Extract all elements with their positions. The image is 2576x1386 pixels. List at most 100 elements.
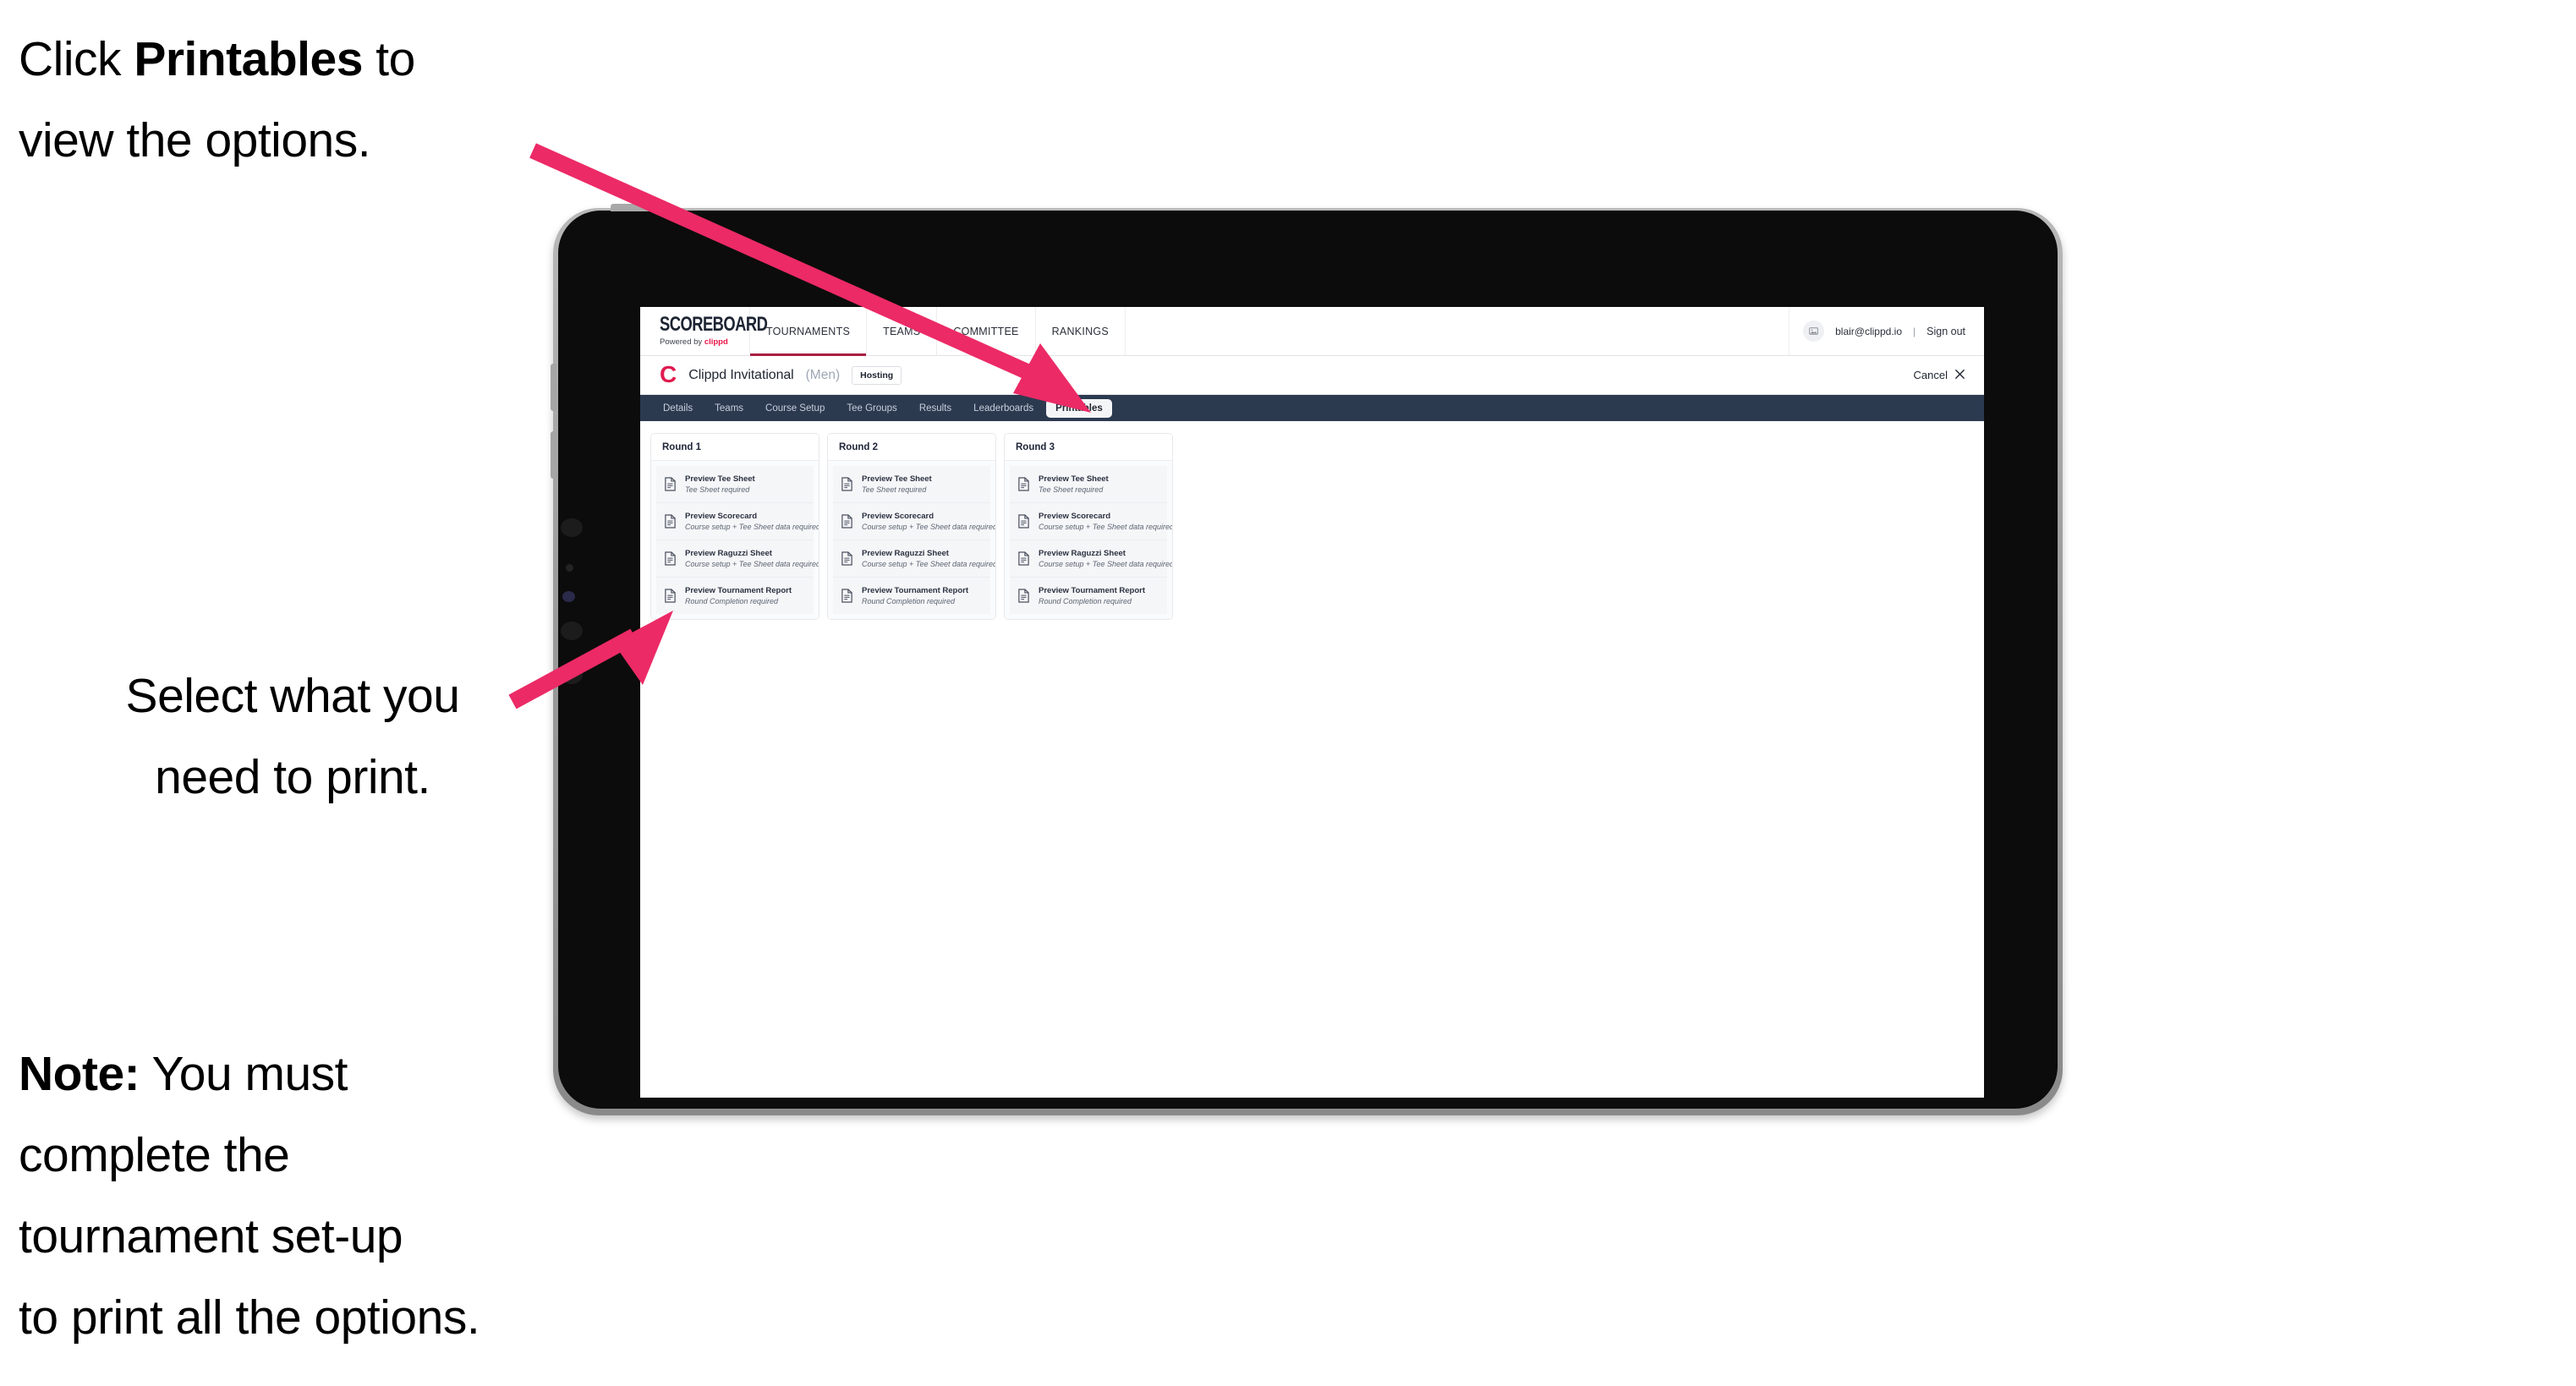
annotation-note-line3: tournament set-up [19, 1209, 403, 1263]
topnav-committee[interactable]: COMMITTEE [937, 307, 1036, 355]
tournament-tab-bar: Details Teams Course Setup Tee Groups Re… [640, 395, 1984, 421]
printable-item-tournament-report[interactable]: Preview Tournament Report Round Completi… [656, 578, 814, 614]
printable-item-tee-sheet[interactable]: Preview Tee Sheet Tee Sheet required [833, 466, 990, 503]
tab-teams[interactable]: Teams [705, 399, 753, 418]
document-icon [1017, 514, 1030, 529]
tablet-volume-down-button[interactable] [551, 431, 556, 479]
round-items-list: Preview Tee Sheet Tee Sheet required Pre… [828, 461, 995, 619]
cancel-button[interactable]: Cancel [1914, 369, 1965, 382]
printable-item-tee-sheet[interactable]: Preview Tee Sheet Tee Sheet required [656, 466, 814, 503]
printable-requirement: Tee Sheet required [685, 485, 750, 494]
tablet-volume-up-button[interactable] [551, 364, 556, 411]
tab-label: Details [663, 403, 693, 414]
top-navigation-bar: SCOREBOARD Powered by clippd TOURNAMENTS… [640, 307, 1984, 356]
printable-title: Preview Raguzzi Sheet [1039, 549, 1126, 558]
tournament-name: Clippd Invitational [688, 367, 794, 382]
round-header: Round 2 [828, 434, 995, 461]
tablet-camera-icon [562, 591, 575, 602]
annotation-note-line4: to print all the options. [19, 1290, 480, 1345]
account-separator: | [1913, 325, 1916, 337]
printable-title: Preview Tee Sheet [1039, 474, 1109, 484]
printable-requirement: Course setup + Tee Sheet data required [685, 560, 819, 568]
tab-leaderboards[interactable]: Leaderboards [964, 399, 1043, 418]
printables-content: Round 1 Preview Tee Sheet Tee Sheet requ… [640, 421, 1984, 620]
scoreboard-logo[interactable]: SCOREBOARD Powered by clippd [640, 307, 768, 355]
close-x-icon [1954, 369, 1965, 382]
printable-title: Preview Raguzzi Sheet [685, 549, 772, 558]
topnav-rankings[interactable]: RANKINGS [1036, 307, 1126, 355]
printable-item-scorecard[interactable]: Preview Scorecard Course setup + Tee She… [833, 503, 996, 540]
tab-label: Tee Groups [847, 403, 897, 414]
tablet-sensor-dot [566, 564, 573, 572]
tab-label: Teams [715, 403, 744, 414]
printable-title: Preview Tournament Report [1039, 586, 1145, 595]
printable-item-scorecard[interactable]: Preview Scorecard Course setup + Tee She… [656, 503, 819, 540]
round-column: Round 3 Preview Tee Sheet Tee Sheet requ… [1004, 433, 1173, 620]
round-column: Round 1 Preview Tee Sheet Tee Sheet requ… [650, 433, 819, 620]
printable-item-tournament-report[interactable]: Preview Tournament Report Round Completi… [1010, 578, 1167, 614]
printable-item-raguzzi-sheet[interactable]: Preview Raguzzi Sheet Course setup + Tee… [833, 540, 996, 578]
topnav-tournaments[interactable]: TOURNAMENTS [750, 307, 868, 356]
printable-requirement: Course setup + Tee Sheet data required [862, 523, 996, 531]
printable-item-raguzzi-sheet[interactable]: Preview Raguzzi Sheet Course setup + Tee… [656, 540, 819, 578]
page-root: Click Printables to view the options. Se… [0, 0, 2576, 1386]
round-items-list: Preview Tee Sheet Tee Sheet required Pre… [651, 461, 819, 619]
document-icon [841, 477, 853, 491]
printable-title: Preview Tee Sheet [685, 474, 755, 484]
cancel-label: Cancel [1913, 369, 1948, 381]
annotation-note-line2: complete the [19, 1128, 290, 1182]
printable-title: Preview Tournament Report [685, 586, 792, 595]
user-image-icon[interactable] [1803, 320, 1825, 342]
printable-requirement: Course setup + Tee Sheet data required [685, 523, 819, 531]
tab-tee-groups[interactable]: Tee Groups [837, 399, 906, 418]
document-icon [841, 589, 853, 603]
document-icon [1017, 589, 1030, 603]
annotation-select-line1: Select what you [125, 669, 460, 723]
user-email-label: blair@clippd.io [1835, 325, 1902, 337]
tab-results[interactable]: Results [910, 399, 961, 418]
tab-printables[interactable]: Printables [1046, 398, 1112, 418]
annotation-select-line2: need to print. [155, 750, 430, 804]
round-header: Round 3 [1005, 434, 1172, 461]
round-items-list: Preview Tee Sheet Tee Sheet required Pre… [1005, 461, 1172, 619]
printable-requirement: Round Completion required [1039, 597, 1132, 605]
printable-item-raguzzi-sheet[interactable]: Preview Raguzzi Sheet Course setup + Tee… [1010, 540, 1172, 578]
annotation-click-line2: view the options. [19, 113, 371, 167]
topnav-teams[interactable]: TEAMS [867, 307, 938, 355]
printable-item-tee-sheet[interactable]: Preview Tee Sheet Tee Sheet required [1010, 466, 1167, 503]
annotation-click-pre: Click [19, 32, 134, 86]
printable-title: Preview Scorecard [685, 512, 758, 521]
printable-title: Preview Scorecard [1039, 512, 1111, 521]
document-icon [664, 551, 677, 566]
annotation-note-bold: Note: [19, 1047, 140, 1101]
annotation-click-bold: Printables [134, 32, 363, 86]
tablet-power-button[interactable] [611, 204, 660, 211]
tab-details[interactable]: Details [654, 399, 702, 418]
document-icon [841, 514, 853, 529]
annotation-click-printables: Click Printables to view the options. [19, 19, 577, 181]
printable-item-scorecard[interactable]: Preview Scorecard Course setup + Tee She… [1010, 503, 1172, 540]
printable-title: Preview Tee Sheet [862, 474, 932, 484]
printable-item-tournament-report[interactable]: Preview Tournament Report Round Completi… [833, 578, 990, 614]
printable-title: Preview Tournament Report [862, 586, 968, 595]
application-screen: SCOREBOARD Powered by clippd TOURNAMENTS… [640, 307, 1984, 1098]
document-icon [1017, 551, 1030, 566]
tab-label: Leaderboards [973, 403, 1034, 414]
hosting-badge[interactable]: Hosting [852, 365, 902, 385]
tournament-header-row: C Clippd Invitational (Men) Hosting Canc… [640, 356, 1984, 395]
sign-out-button[interactable]: Sign out [1927, 326, 1965, 337]
document-icon [841, 551, 853, 566]
tab-label: Results [918, 403, 952, 414]
brand-subtitle: Powered by clippd [660, 337, 749, 347]
round-column: Round 2 Preview Tee Sheet Tee Sheet requ… [827, 433, 996, 620]
printable-requirement: Course setup + Tee Sheet data required [862, 560, 996, 568]
document-icon [1017, 477, 1030, 491]
printable-title: Preview Raguzzi Sheet [862, 549, 949, 558]
topnav-label: RANKINGS [1051, 325, 1109, 337]
document-icon [664, 589, 677, 603]
tab-label: Course Setup [765, 403, 825, 414]
annotation-note-line1: You must [140, 1047, 348, 1101]
tab-course-setup[interactable]: Course Setup [756, 399, 834, 418]
clippd-wordmark: clippd [704, 337, 728, 347]
printable-requirement: Round Completion required [685, 597, 779, 605]
